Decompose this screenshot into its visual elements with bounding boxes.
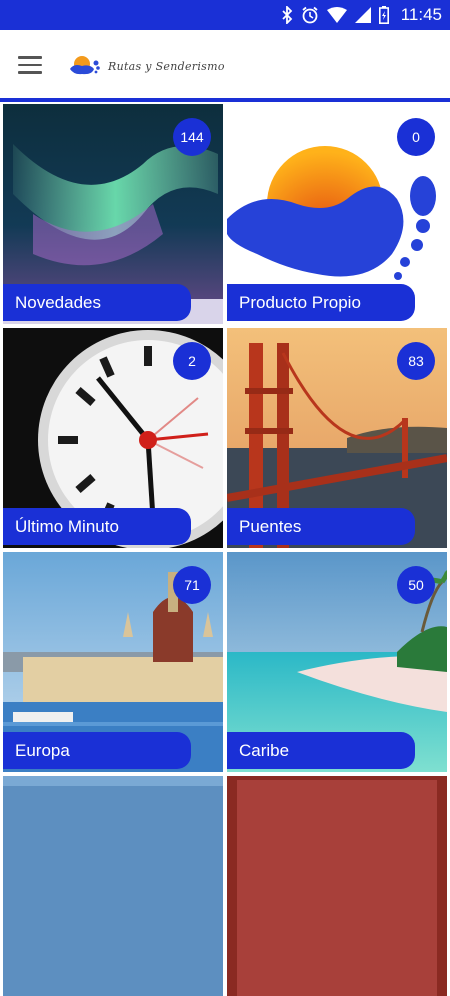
count-badge: 2 bbox=[173, 342, 211, 380]
category-tile-novedades[interactable]: 144 Novedades bbox=[3, 104, 223, 324]
count-badge: 83 bbox=[397, 342, 435, 380]
category-label: Caribe bbox=[227, 732, 415, 769]
count-badge: 144 bbox=[173, 118, 211, 156]
count-badge: 0 bbox=[397, 118, 435, 156]
status-time: 11:45 bbox=[400, 5, 442, 24]
tile-image-partial bbox=[227, 776, 447, 996]
logo-text: Rutas y Senderismo bbox=[108, 59, 225, 73]
logo-sun-footprint-icon bbox=[70, 56, 100, 75]
category-label: Producto Propio bbox=[227, 284, 415, 321]
signal-icon bbox=[354, 7, 371, 23]
category-label: Europa bbox=[3, 732, 191, 769]
bluetooth-icon bbox=[282, 6, 292, 24]
app-logo: Rutas y Senderismo bbox=[68, 50, 225, 82]
category-tile-ultimo-minuto[interactable]: 2 Último Minuto bbox=[3, 328, 223, 548]
battery-icon bbox=[378, 6, 389, 24]
category-label: Último Minuto bbox=[3, 508, 191, 545]
hamburger-menu-icon[interactable] bbox=[18, 50, 52, 80]
category-label: Novedades bbox=[3, 284, 191, 321]
app-bar-divider bbox=[0, 98, 450, 102]
count-badge: 50 bbox=[397, 566, 435, 604]
category-tile-partial-2[interactable] bbox=[227, 776, 447, 996]
tile-image-partial bbox=[3, 776, 223, 996]
category-tile-partial-1[interactable] bbox=[3, 776, 223, 996]
count-badge: 71 bbox=[173, 566, 211, 604]
wifi-icon bbox=[326, 7, 347, 23]
category-tile-producto-propio[interactable]: 0 Producto Propio bbox=[227, 104, 447, 324]
status-icons: 11:45 bbox=[281, 0, 442, 30]
status-bar: 11:45 bbox=[0, 0, 450, 30]
category-label: Puentes bbox=[227, 508, 415, 545]
category-tile-caribe[interactable]: 50 Caribe bbox=[227, 552, 447, 772]
alarm-icon bbox=[302, 6, 318, 24]
category-tile-puentes[interactable]: 83 Puentes bbox=[227, 328, 447, 548]
category-tile-europa[interactable]: 71 Europa bbox=[3, 552, 223, 772]
